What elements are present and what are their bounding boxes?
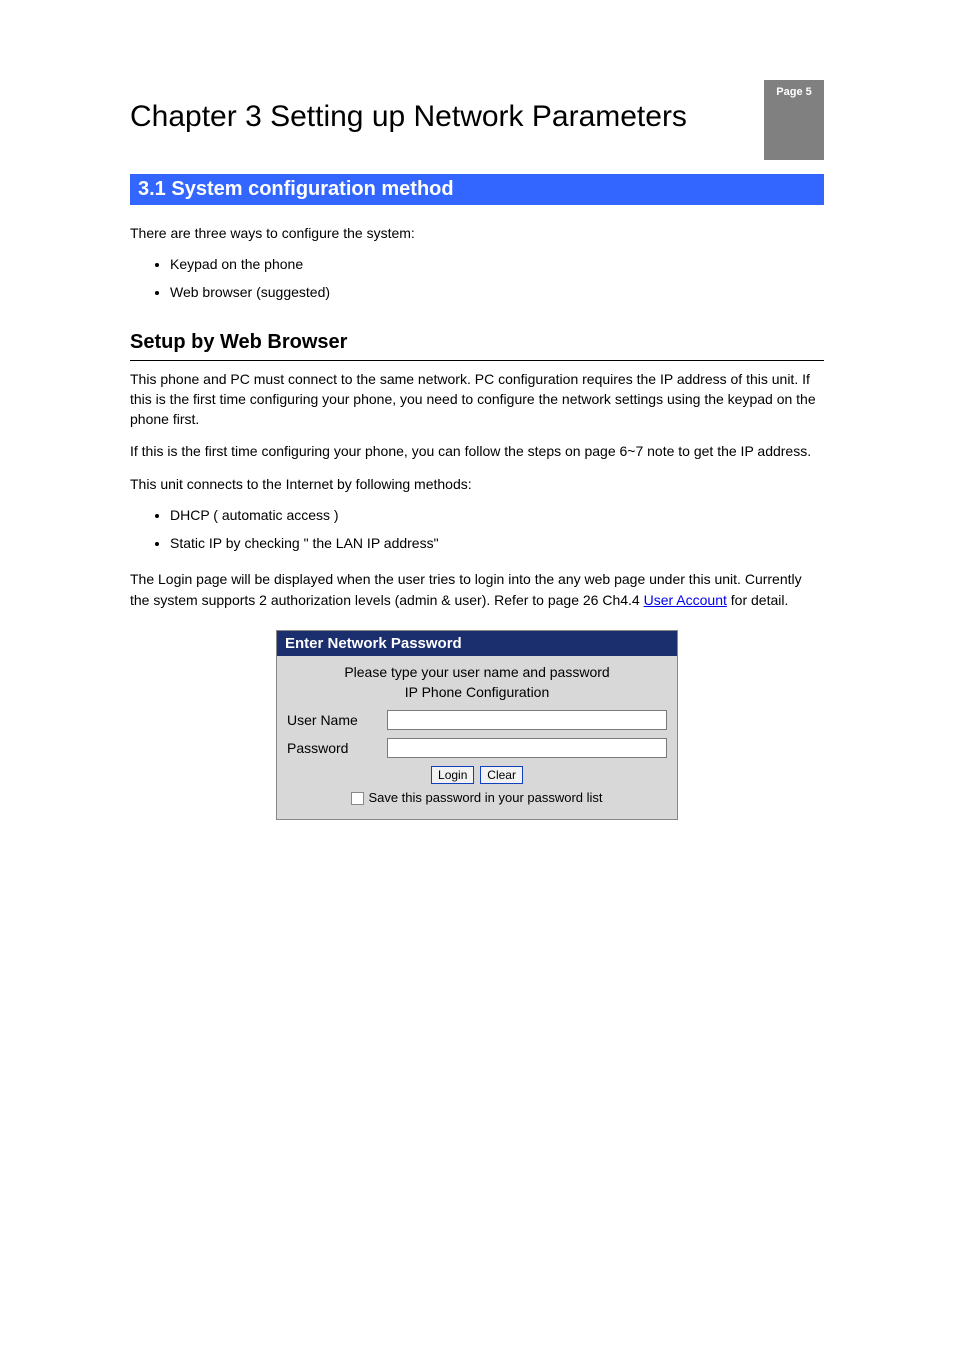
username-row: User Name (287, 710, 667, 730)
paragraph-4: The Login page will be displayed when th… (130, 569, 824, 610)
paragraph-1: This phone and PC must connect to the sa… (130, 369, 824, 430)
password-label: Password (287, 740, 387, 756)
subsection-heading: Setup by Web Browser (130, 331, 824, 361)
paragraph-2: If this is the first time configuring yo… (130, 441, 824, 461)
password-input[interactable] (387, 738, 667, 758)
login-dialog-body: Please type your user name and password … (277, 656, 677, 819)
save-password-checkbox[interactable] (351, 792, 364, 805)
username-label: User Name (287, 712, 387, 728)
page-tab-label: Page 5 (764, 80, 824, 98)
login-subtitle: IP Phone Configuration (287, 684, 667, 700)
login-button[interactable]: Login (431, 766, 474, 784)
login-actions: Login Clear (287, 766, 667, 784)
p2-suffix: to get the IP address. (674, 443, 811, 459)
config-methods-list: Keypad on the phone Web browser (suggest… (130, 255, 824, 302)
p4-suffix: for detail. (727, 592, 788, 608)
list-item: Keypad on the phone (170, 255, 824, 275)
save-password-row: Save this password in your password list (287, 790, 667, 805)
save-password-label: Save this password in your password list (368, 790, 602, 805)
login-dialog-header: Enter Network Password (277, 631, 677, 656)
list-item: Web browser (suggested) (170, 283, 824, 303)
section-intro: There are three ways to configure the sy… (130, 223, 824, 243)
clear-button[interactable]: Clear (480, 766, 523, 784)
username-input[interactable] (387, 710, 667, 730)
section-title-bar: 3.1 System configuration method (130, 174, 824, 205)
user-account-link[interactable]: User Account (644, 592, 727, 608)
p2-ref: page 6~7 note (584, 443, 674, 459)
password-row: Password (287, 738, 667, 758)
list-item: Static IP by checking " the LAN IP addre… (170, 534, 824, 554)
connect-methods-list: DHCP ( automatic access ) Static IP by c… (130, 506, 824, 553)
page-container: Page 5 Chapter 3 Setting up Network Para… (0, 0, 954, 880)
page-side-tab: Page 5 (764, 80, 824, 160)
login-prompt: Please type your user name and password (287, 664, 667, 680)
list-item: DHCP ( automatic access ) (170, 506, 824, 526)
paragraph-3: This unit connects to the Internet by fo… (130, 474, 824, 494)
p2-prefix: If this is the first time configuring yo… (130, 443, 584, 459)
chapter-title: Chapter 3 Setting up Network Parameters (130, 100, 824, 134)
login-dialog: Enter Network Password Please type your … (276, 630, 678, 820)
